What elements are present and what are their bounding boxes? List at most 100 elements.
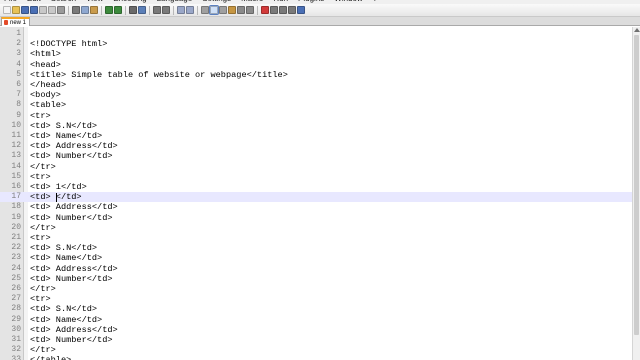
code-line[interactable]: 4 <head> [0,60,632,70]
code-text[interactable]: <td> Number</td> [30,274,113,284]
code-line[interactable]: 6 </head> [0,80,632,90]
code-line[interactable]: 16 <td> 1</td> [0,182,632,192]
vertical-scrollbar[interactable] [632,27,640,360]
menu-item-file[interactable]: File [4,0,17,3]
code-line[interactable]: 30 <td> Address</td> [0,325,632,335]
code-line[interactable]: 26 </tr> [0,284,632,294]
run-macro-multiple-icon[interactable] [288,6,296,14]
menu-item-[interactable]: ? [373,0,377,3]
zoom-in-icon[interactable] [153,6,161,14]
code-text[interactable]: <table> [30,100,66,110]
undo-icon[interactable] [105,6,113,14]
close-icon[interactable] [39,6,47,14]
save-icon[interactable] [21,6,29,14]
code-text[interactable]: <!DOCTYPE html> [30,39,107,49]
menu-item-run[interactable]: Run [273,0,288,3]
code-line[interactable]: 11 <td> Name</td> [0,131,632,141]
code-line[interactable]: 7 <body> [0,90,632,100]
menu-item-language[interactable]: Language [157,0,193,3]
close-all-icon[interactable] [48,6,56,14]
code-line[interactable]: 31 <td> Number</td> [0,335,632,345]
code-line[interactable]: 20 </tr> [0,223,632,233]
code-line[interactable]: 32 </tr> [0,345,632,355]
save-all-icon[interactable] [30,6,38,14]
code-text[interactable]: <td> Address</td> [30,141,118,151]
scroll-up-arrow-icon[interactable] [634,28,640,32]
code-editor[interactable]: 1 2 <!DOCTYPE html> 3 <html> 4 <head> 5 <title> … [0,27,632,360]
stop-macro-icon[interactable] [270,6,278,14]
code-text[interactable]: <html> [30,49,61,59]
code-line[interactable]: 9 <tr> [0,111,632,121]
record-macro-icon[interactable] [261,6,269,14]
cut-icon[interactable] [72,6,80,14]
menu-item-search[interactable]: Search [51,0,76,3]
code-line[interactable]: 28 <td> S.N</td> [0,304,632,314]
open-file-icon[interactable] [12,6,20,14]
code-text[interactable]: <tr> [30,294,51,304]
udl-icon[interactable] [228,6,236,14]
menu-item-edit[interactable]: Edit [27,0,41,3]
code-line[interactable]: 5 <title> Simple table of website or webp… [0,70,632,80]
code-line[interactable]: 1 [0,29,632,39]
find-icon[interactable] [129,6,137,14]
code-text[interactable]: <tr> [30,111,51,121]
code-text[interactable]: </table> [30,355,71,360]
code-text[interactable]: <tr> [30,233,51,243]
code-line[interactable]: 2 <!DOCTYPE html> [0,39,632,49]
code-text[interactable]: <td> Name</td> [30,315,102,325]
code-text[interactable]: </tr> [30,284,56,294]
code-text[interactable]: </head> [30,80,66,90]
code-text[interactable]: <td> Name</td> [30,253,102,263]
tab-new-1[interactable]: new 1 [1,17,31,26]
code-text[interactable]: <td> Address</td> [30,325,118,335]
scrollbar-thumb[interactable] [634,35,639,335]
code-text[interactable]: <head> [30,60,61,70]
code-text[interactable]: <td> Number</td> [30,213,113,223]
code-line[interactable]: 15 <tr> [0,172,632,182]
indent-guide-icon[interactable] [219,6,227,14]
code-line[interactable]: 18 <td> Address</td> [0,202,632,212]
code-line[interactable]: 13 <td> Number</td> [0,151,632,161]
paste-icon[interactable] [90,6,98,14]
copy-icon[interactable] [81,6,89,14]
code-text[interactable]: <td> Number</td> [30,335,113,345]
code-text[interactable]: <td> S.N</td> [30,243,97,253]
code-text[interactable]: <body> [30,90,61,100]
new-file-icon[interactable] [3,6,11,14]
word-wrap-icon[interactable] [201,6,209,14]
sync-h-icon[interactable] [186,6,194,14]
code-text[interactable]: <td> S.N</td> [30,304,97,314]
menu-item-plugins[interactable]: Plugins [298,0,324,3]
code-line[interactable]: 22 <td> S.N</td> [0,243,632,253]
code-line[interactable]: 8 <table> [0,100,632,110]
code-line[interactable]: 12 <td> Address</td> [0,141,632,151]
play-macro-icon[interactable] [279,6,287,14]
code-text[interactable]: <td> Name</td> [30,131,102,141]
replace-icon[interactable] [138,6,146,14]
code-line[interactable]: 29 <td> Name</td> [0,315,632,325]
show-all-chars-icon[interactable] [209,5,219,15]
print-icon[interactable] [57,6,65,14]
code-text[interactable]: </tr> [30,345,56,355]
code-line[interactable]: 27 <tr> [0,294,632,304]
sync-v-icon[interactable] [177,6,185,14]
code-line[interactable]: 14 </tr> [0,162,632,172]
code-line[interactable]: 24 <td> Address</td> [0,264,632,274]
menu-item-macro[interactable]: Macro [241,0,263,3]
code-text[interactable]: </tr> [30,162,56,172]
code-line[interactable]: 23 <td> Name</td> [0,253,632,263]
menu-item-view[interactable]: View [86,0,103,3]
menu-item-encoding[interactable]: Encoding [113,0,146,3]
menu-item-settings[interactable]: Settings [202,0,231,3]
code-line[interactable]: 33 </table> [0,355,632,360]
redo-icon[interactable] [114,6,122,14]
code-text[interactable]: <td> Address</td> [30,264,118,274]
code-line[interactable]: 10 <td> S.N</td> [0,121,632,131]
code-text[interactable]: <tr> [30,172,51,182]
code-text[interactable]: <td> S.N</td> [30,121,97,131]
menu-item-window[interactable]: Window [334,0,362,3]
code-text[interactable]: <td> Address</td> [30,202,118,212]
code-text[interactable]: <td> 1</td> [30,182,87,192]
code-line[interactable]: 17 <td> </td> [0,192,632,203]
code-text[interactable]: </tr> [30,223,56,233]
